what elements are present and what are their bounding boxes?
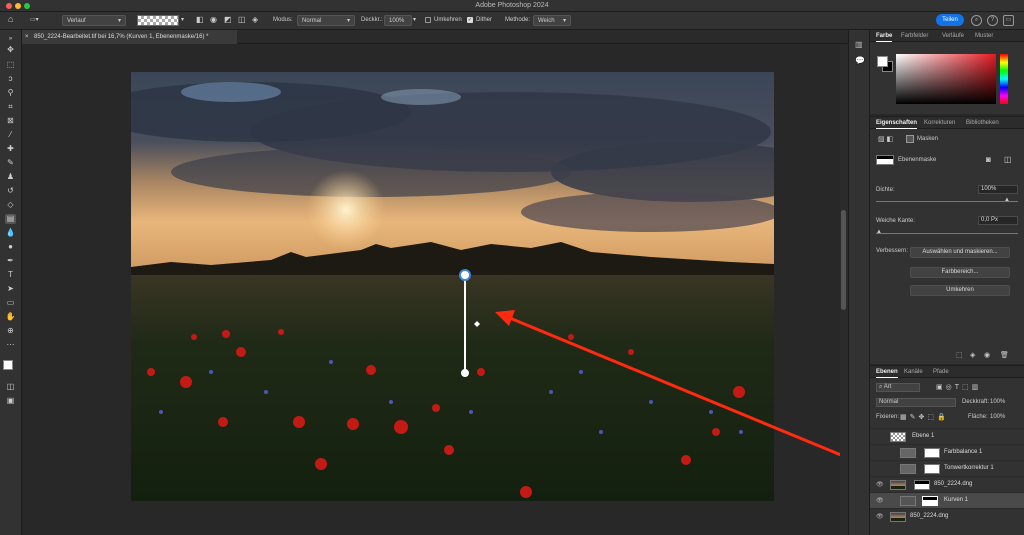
mask-type-icon[interactable] xyxy=(906,135,914,143)
layer-name: Ebene 1 xyxy=(912,433,935,439)
layer-opacity-label: Deckkraft: xyxy=(962,399,990,405)
feather-label: Weiche Kante: xyxy=(876,218,915,224)
layer-row[interactable]: Farbbalance 1 xyxy=(870,444,1024,460)
visibility-eye-icon[interactable]: 👁 xyxy=(876,481,884,488)
properties-panel: Eigenschaften Korrekturen Bibliotheken ▨… xyxy=(870,116,1024,364)
layer-opacity-value[interactable]: 100% xyxy=(990,399,1005,405)
layer-thumbnail xyxy=(890,512,906,522)
layer-mask-thumbnail[interactable] xyxy=(922,496,938,506)
curves-adjustment-icon xyxy=(900,496,916,506)
tab-layers[interactable]: Ebenen xyxy=(876,366,898,378)
layer-name: 850_2224.dng xyxy=(910,513,949,519)
tab-libraries[interactable]: Bibliotheken xyxy=(966,117,999,129)
layer-thumbnail xyxy=(890,480,906,490)
layer-row[interactable]: 👁 850_2224.dng xyxy=(870,508,1024,524)
tab-patterns[interactable]: Muster xyxy=(975,30,993,42)
load-selection-icon[interactable]: ⬚ xyxy=(956,351,963,359)
blend-mode-dropdown[interactable]: Normal xyxy=(876,398,956,407)
layer-name: Tonwertkorrektur 1 xyxy=(944,465,994,471)
foreground-color-chip[interactable] xyxy=(877,56,888,67)
feather-slider[interactable] xyxy=(876,233,1018,234)
layer-row[interactable]: 👁 850_2224.dng xyxy=(870,476,1024,492)
lock-icons[interactable]: ▦✎✥⬚🔒 xyxy=(900,413,949,421)
tab-paths[interactable]: Pfade xyxy=(933,366,949,378)
layer-name: 850_2224.dng xyxy=(934,481,973,487)
density-field[interactable]: 100% xyxy=(978,185,1018,194)
collapsed-panel-icons: ▥ 💬 xyxy=(848,30,870,535)
density-slider[interactable] xyxy=(876,201,1018,202)
tab-adjustments[interactable]: Korrekturen xyxy=(924,117,955,129)
density-slider-handle[interactable]: ▲ xyxy=(1004,197,1010,203)
delete-mask-icon[interactable]: 🗑 xyxy=(1000,351,1009,359)
color-panel: Farbe Farbfelder Verläufe Muster xyxy=(870,30,1024,114)
tab-properties[interactable]: Eigenschaften xyxy=(876,117,918,129)
layers-panel: Ebenen Kanäle Pfade ⌕ Art ▣◎T⬚▥ Normal D… xyxy=(870,365,1024,535)
layer-row-selected[interactable]: 👁 Kurven 1 xyxy=(870,492,1024,508)
layer-mask-thumbnail xyxy=(924,448,940,458)
visibility-eye-icon[interactable]: 👁 xyxy=(876,497,884,504)
layer-row[interactable]: Ebene 1 xyxy=(870,428,1024,444)
adjustment-icon xyxy=(900,464,916,474)
layer-filter-value: Art xyxy=(883,384,892,390)
layer-filter-icons[interactable]: ▣◎T⬚▥ xyxy=(936,383,981,391)
layer-thumbnail xyxy=(890,432,906,442)
masks-section-label: Masken xyxy=(917,136,939,142)
adjustment-icon xyxy=(900,448,916,458)
invert-button[interactable]: Umkehren xyxy=(910,285,1010,296)
add-vector-mask-icon[interactable]: ◫ xyxy=(1004,155,1012,164)
layer-filter-dropdown[interactable]: ⌕ Art xyxy=(876,383,920,392)
add-pixel-mask-icon[interactable]: ◙ xyxy=(986,155,991,164)
hue-slider[interactable] xyxy=(1000,54,1008,104)
feather-field[interactable]: 0,0 Px xyxy=(978,216,1018,225)
tab-color[interactable]: Farbe xyxy=(876,30,893,42)
layer-mask-label: Ebenenmaske xyxy=(898,157,937,163)
refine-label: Verbessern: xyxy=(876,248,909,254)
select-and-mask-button[interactable]: Auswählen und maskieren... xyxy=(910,247,1010,258)
layer-row[interactable]: Tonwertkorrektur 1 xyxy=(870,460,1024,476)
comments-panel-icon[interactable]: 💬 xyxy=(855,56,865,65)
visibility-icon[interactable]: ◉ xyxy=(984,351,990,359)
history-panel-icon[interactable]: ▥ xyxy=(855,40,863,49)
fill-value[interactable]: 100% xyxy=(990,414,1005,420)
apply-mask-icon[interactable]: ◈ xyxy=(970,351,975,359)
color-field[interactable] xyxy=(896,54,996,104)
tab-channels[interactable]: Kanäle xyxy=(904,366,923,378)
canvas-scroll-thumb[interactable] xyxy=(841,210,846,310)
tab-gradients[interactable]: Verläufe xyxy=(942,30,964,42)
lock-label: Fixieren: xyxy=(876,414,900,420)
layer-name: Kurven 1 xyxy=(944,497,969,503)
fill-label: Fläche: xyxy=(968,414,988,420)
mask-thumbnail xyxy=(876,155,894,165)
tab-swatches[interactable]: Farbfelder xyxy=(901,30,928,42)
color-range-button[interactable]: Farbbereich... xyxy=(910,267,1010,278)
layer-name: Farbbalance 1 xyxy=(944,449,983,455)
layer-mask-thumbnail xyxy=(924,464,940,474)
density-label: Dichte: xyxy=(876,187,895,193)
layer-mask-thumbnail xyxy=(914,480,930,490)
feather-slider-handle[interactable]: ▲ xyxy=(876,229,882,235)
blend-mode-value: Normal xyxy=(879,399,899,405)
pixel-mask-icon[interactable]: ▨ ◧ xyxy=(878,135,893,143)
visibility-eye-icon[interactable]: 👁 xyxy=(876,513,884,520)
